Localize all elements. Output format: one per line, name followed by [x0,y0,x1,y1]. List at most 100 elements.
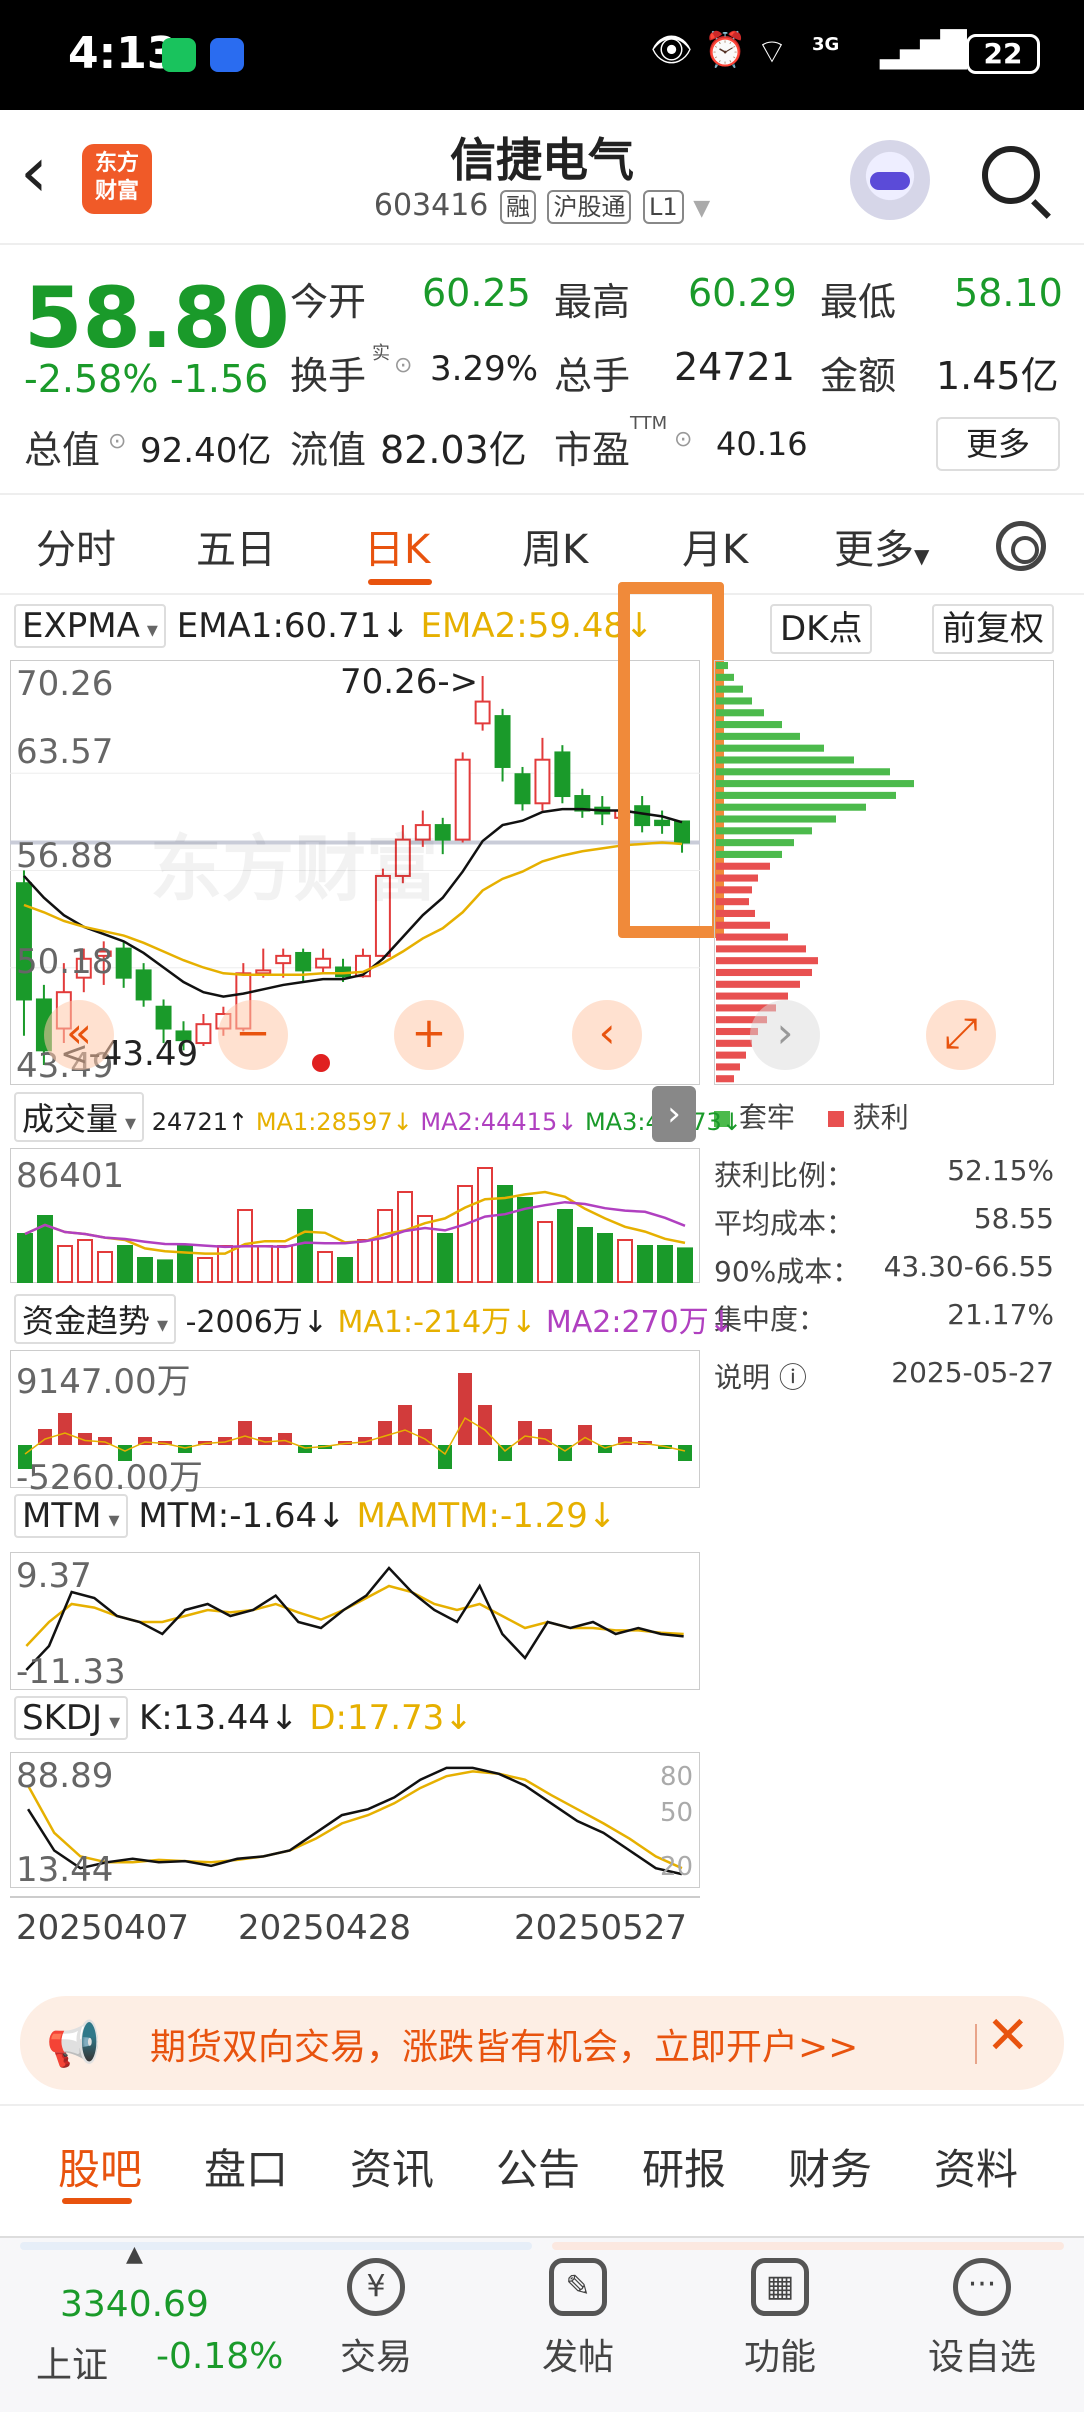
tab-news[interactable]: 资讯 [350,2136,434,2197]
volume-bar [557,1209,573,1283]
volume-ma1: MA1:28597↓ [255,1108,413,1136]
tag-margin: 融 [499,190,536,224]
volume-ma2: MA2:44415↓ [420,1108,578,1136]
fund-bar [238,1421,252,1445]
wifi-icon: ⌔ [756,32,788,72]
assistant-robot-icon[interactable] [850,140,930,220]
main-indicator-row: EXPMA EMA1:60.71↓ EMA2:59.48↓ [14,604,654,648]
turnover-label: 换手 [290,354,367,398]
fund-bar [438,1445,452,1469]
index-value[interactable]: 3340.69 [60,2284,209,2325]
fund-bar [678,1445,692,1461]
mamtm-line [25,1584,684,1647]
trade-button[interactable]: ¥ 交易 [306,2258,446,2380]
promo-banner[interactable]: 📢 期货双向交易，涨跌皆有机会，立即开户>> ✕ [20,1996,1064,2090]
tab-orderbook[interactable]: 盘口 [204,2136,288,2197]
step-left-icon[interactable]: ‹ [572,1000,642,1070]
mcap-value: 92.40亿 [140,431,272,471]
edit-icon: ✎ [549,2258,607,2316]
chevron-right-icon[interactable]: › [652,1086,696,1142]
more-button[interactable]: 更多 [936,417,1060,471]
chip-bar [716,685,743,693]
tab-weekly-k[interactable]: 周K [522,517,588,575]
zoom-in-icon[interactable]: + [394,1000,464,1070]
cost90-label: 90%成本： [714,1255,861,1288]
tab-profile[interactable]: 资料 [934,2136,1018,2197]
legend-trap: 套牢 [738,1101,795,1134]
event-dot-icon[interactable] [312,1054,330,1072]
mtm-y-bottom: -11.33 [16,1652,126,1692]
close-icon[interactable]: ✕ [986,2006,1030,2066]
price-adjust-button[interactable]: 前复权 [932,604,1054,654]
chip-bar [716,862,770,870]
tab-daily-k[interactable]: 日K [364,517,430,575]
chip-bar [716,850,782,858]
info-circle-icon[interactable]: ⊙ [394,353,412,378]
gear-icon[interactable] [996,521,1046,571]
functions-button[interactable]: ▦ 功能 [710,2258,850,2380]
volume-bar [157,1259,173,1283]
candle-body [514,773,531,805]
tab-monthly-k[interactable]: 月K [682,517,748,575]
tab-intraday[interactable]: 分时 [36,517,116,575]
legend-swatch-profit [827,1111,844,1127]
candle-body [554,751,571,798]
index-name: 上证 [36,2345,109,2386]
tab-announcements[interactable]: 公告 [496,2136,580,2197]
volume-select[interactable]: 成交量 [14,1092,145,1142]
candle-body [454,758,471,841]
chip-bar [716,827,812,835]
chip-bar [716,886,752,894]
skdj-indicator-row: SKDJ K:13.44↓ D:17.73↓ [14,1696,473,1740]
last-price: 58.80 [24,269,290,367]
chip-bar [716,1051,746,1059]
info-circle-icon[interactable]: ⊙ [108,429,126,454]
dk-point-button[interactable]: DK点 [770,604,873,654]
indicator-select[interactable]: EXPMA [14,604,166,648]
tag-connect: 沪股通 [547,190,632,224]
skdj-y-bottom: 13.44 [16,1850,114,1890]
pan-left-icon[interactable]: « [44,1000,114,1070]
fund-bar [478,1405,492,1445]
mtm-select[interactable]: MTM [14,1494,128,1538]
tab-financials[interactable]: 财务 [788,2136,872,2197]
chip-bar [716,874,758,882]
chip-bar [716,992,788,1000]
zoom-out-icon[interactable]: − [218,1000,288,1070]
candle-body [315,957,332,969]
fund-value: -2006万↓ [185,1305,328,1340]
search-icon[interactable] [982,146,1040,204]
y-axis-4: 50.18 [16,942,114,982]
expand-icon[interactable]: ⤢ [926,1000,996,1070]
tab-five-day[interactable]: 五日 [196,517,276,575]
post-button[interactable]: ✎ 发帖 [508,2258,648,2380]
volume-bar [657,1245,673,1283]
tab-forum[interactable]: 股吧 [58,2136,142,2197]
volume-bar [117,1245,133,1283]
high-label: 最高 [554,280,631,324]
chip-date: 2025-05-27 [891,1356,1054,1389]
tab-research[interactable]: 研报 [642,2136,726,2197]
chip-bar [716,709,764,717]
fund-ma2: MA2:270万↓ [545,1305,734,1340]
info-circle-icon[interactable]: ⊙ [674,427,692,452]
fund-bar [578,1425,592,1445]
chip-bar [716,697,752,705]
volume-bar [457,1185,473,1283]
skdj-chart[interactable] [10,1752,700,1888]
mcap-label: 总值 [24,428,101,472]
volume-bar [297,1209,313,1283]
chip-note[interactable]: 说明 ⓘ [714,1356,807,1396]
more-dots-icon: ··· [953,2258,1011,2316]
chip-prev-icon[interactable]: › [750,1000,820,1070]
chip-bar [716,909,755,917]
chip-bar [716,1063,740,1071]
add-watchlist-button[interactable]: ··· 设自选 [912,2258,1052,2380]
fund-select[interactable]: 资金趋势 [14,1294,177,1344]
skdj-select[interactable]: SKDJ [14,1696,129,1740]
float-label: 流值 [290,428,367,472]
tab-more[interactable]: 更多▼ [834,517,929,575]
date-axis [10,1890,700,1898]
skdj-y-top: 88.89 [16,1756,114,1796]
grid-icon: ▦ [751,2258,809,2316]
